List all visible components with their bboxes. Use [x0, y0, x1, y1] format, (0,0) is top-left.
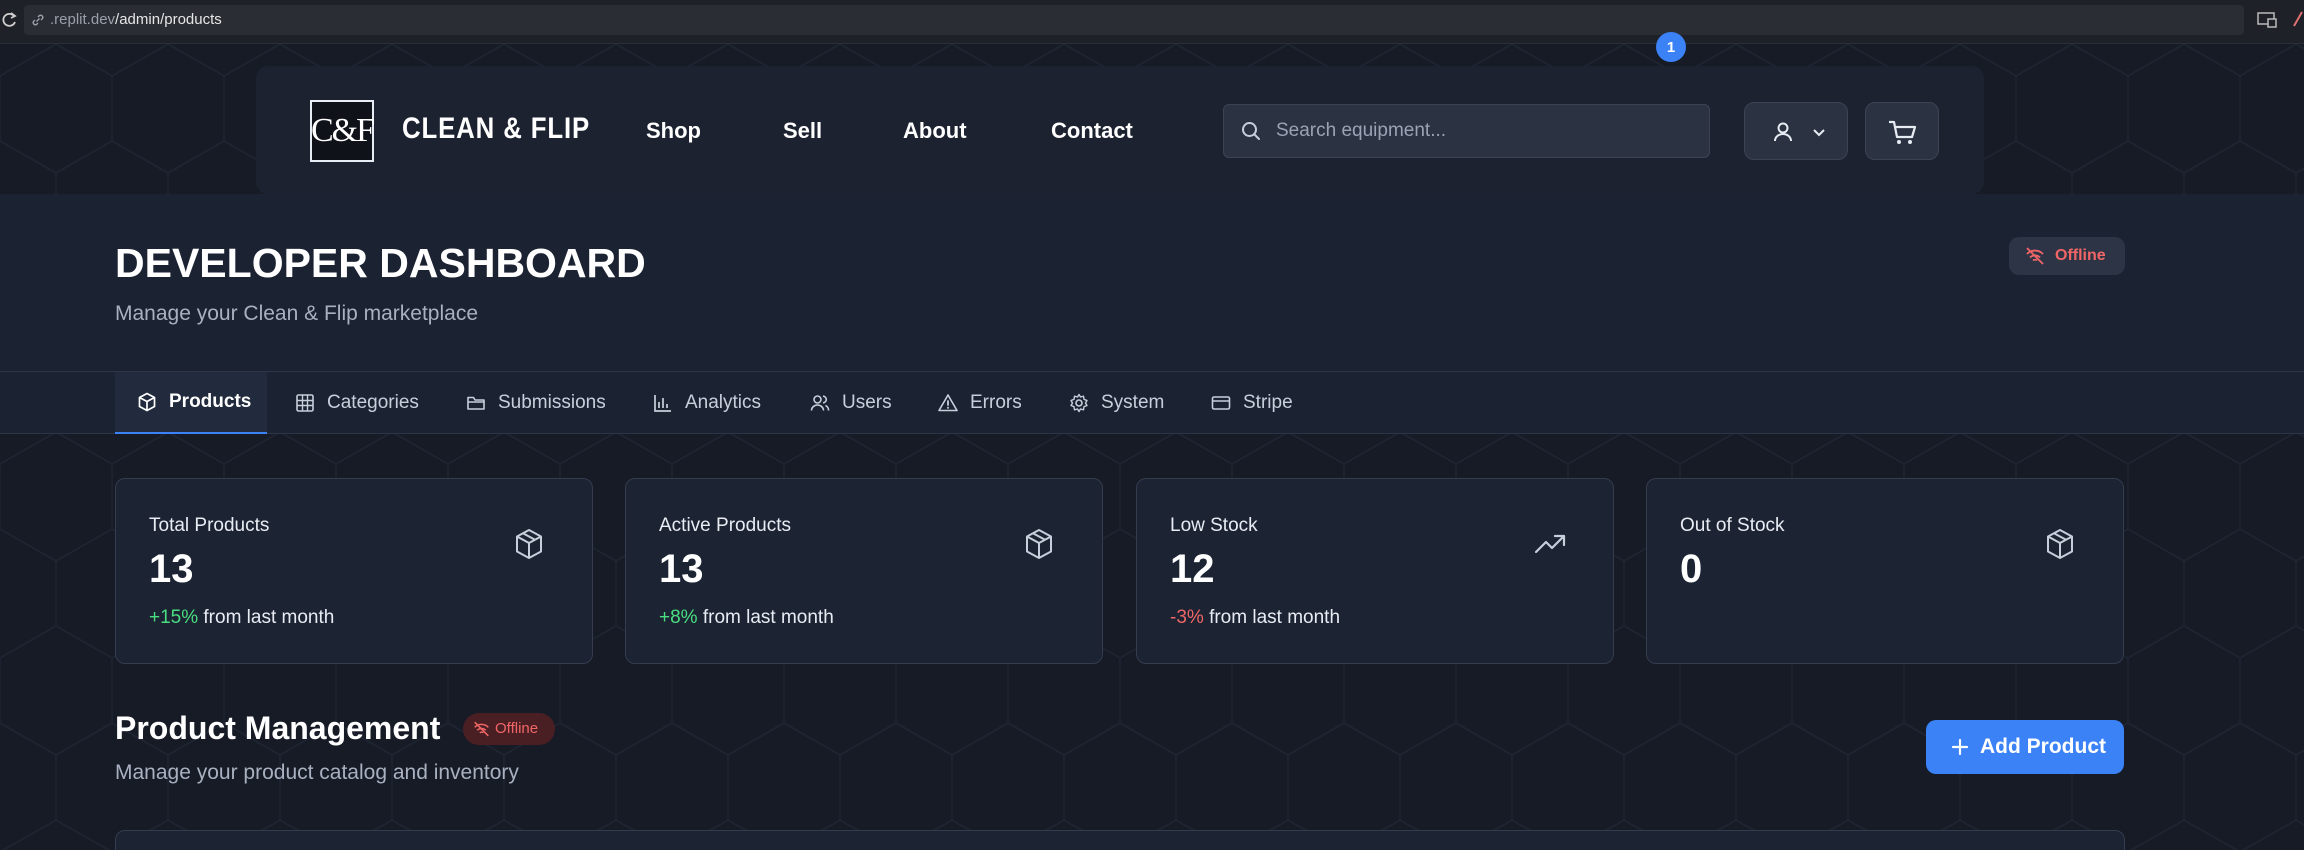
- stat-trend: +8% from last month: [659, 607, 834, 629]
- search-input[interactable]: [1276, 115, 1696, 147]
- nav-contact[interactable]: Contact: [1051, 118, 1133, 144]
- user-icon: [1774, 122, 1792, 142]
- stat-trend: +15% from last month: [149, 607, 334, 629]
- search-icon: [1242, 122, 1260, 140]
- tab-submissions[interactable]: Submissions: [466, 372, 606, 434]
- cart-count-badge: 1: [1656, 32, 1686, 62]
- tab-label: Errors: [970, 392, 1022, 413]
- stat-card-active-products: Active Products 13 +8% from last month: [625, 478, 1103, 664]
- tab-label: Submissions: [498, 392, 606, 413]
- stat-label: Active Products: [659, 515, 791, 536]
- pen-icon[interactable]: [2290, 8, 2304, 30]
- url-text: .replit.dev/admin/products: [50, 11, 222, 28]
- brand-name[interactable]: CLEAN & FLIP: [402, 112, 590, 146]
- section-subtitle: Manage your product catalog and inventor…: [115, 761, 519, 784]
- section-title: Product Management: [115, 710, 441, 746]
- stat-card-low-stock: Low Stock 12 -3% from last month: [1136, 478, 1614, 664]
- add-product-button[interactable]: Add Product: [1926, 720, 2124, 774]
- users-icon: [810, 395, 830, 411]
- url-field[interactable]: .replit.dev/admin/products: [24, 5, 2244, 35]
- tab-errors[interactable]: Errors: [938, 372, 1022, 434]
- gear-icon: [1070, 393, 1088, 413]
- stat-change-suffix: from last month: [1203, 607, 1341, 628]
- account-menu-button[interactable]: [1744, 102, 1848, 160]
- status-text: Offline: [495, 720, 539, 737]
- package-icon: [516, 529, 542, 559]
- browser-address-bar: .replit.dev/admin/products: [0, 0, 2304, 44]
- tab-label: System: [1101, 392, 1165, 413]
- logo[interactable]: C&F: [310, 100, 375, 162]
- stat-card-total-products: Total Products 13 +15% from last month: [115, 478, 593, 664]
- tab-bar: Products Categories Submissions Analytic…: [0, 372, 2304, 434]
- stat-change: +15%: [149, 607, 199, 628]
- link-icon: [32, 14, 44, 26]
- add-product-label: Add Product: [1980, 735, 2106, 758]
- package-icon: [138, 392, 156, 412]
- stat-trend: -3% from last month: [1170, 607, 1340, 629]
- tab-products[interactable]: Products: [115, 372, 267, 434]
- connection-status-badge: Offline: [2009, 237, 2125, 275]
- nav-shop[interactable]: Shop: [646, 118, 701, 144]
- stat-change: -3%: [1170, 607, 1204, 628]
- stat-change-suffix: from last month: [697, 607, 834, 628]
- bar-chart-icon: [654, 395, 671, 412]
- section-status-badge: Offline: [463, 713, 555, 745]
- cast-icon[interactable]: [2256, 10, 2278, 30]
- tab-analytics[interactable]: Analytics: [653, 372, 761, 434]
- tab-system[interactable]: System: [1069, 372, 1164, 434]
- wifi-off-icon: [474, 721, 489, 737]
- stat-label: Low Stock: [1170, 515, 1258, 536]
- folder-icon: [467, 396, 485, 410]
- tab-label: Categories: [327, 392, 419, 413]
- stat-value: 13: [659, 547, 704, 591]
- stat-value: 12: [1170, 547, 1215, 591]
- chevron-down-icon: [1813, 129, 1825, 137]
- stat-value: 13: [149, 547, 194, 591]
- tab-label: Stripe: [1243, 392, 1293, 413]
- tab-label: Users: [842, 392, 892, 413]
- search-box: [1223, 104, 1710, 158]
- tab-label: Analytics: [685, 392, 762, 413]
- warning-icon: [938, 394, 958, 412]
- stat-change-suffix: from last month: [198, 607, 335, 628]
- tab-categories[interactable]: Categories: [295, 372, 419, 434]
- stat-label: Out of Stock: [1680, 515, 1785, 536]
- nav-sell[interactable]: Sell: [783, 118, 822, 144]
- page-subtitle: Manage your Clean & Flip marketplace: [115, 302, 479, 325]
- grid-icon: [296, 394, 314, 412]
- cart-icon: [1889, 120, 1917, 144]
- product-table: [115, 830, 2125, 850]
- nav-about[interactable]: About: [903, 118, 967, 144]
- dashboard-header: DEVELOPER DASHBOARD Manage your Clean & …: [0, 194, 2304, 372]
- package-icon: [2047, 529, 2073, 559]
- reload-icon[interactable]: [0, 10, 20, 30]
- status-text: Offline: [2055, 247, 2106, 264]
- stat-card-out-of-stock: Out of Stock 0: [1646, 478, 2124, 664]
- stat-value: 0: [1680, 547, 1703, 591]
- url-path: /admin/products: [115, 11, 222, 28]
- page-title: DEVELOPER DASHBOARD: [115, 240, 646, 286]
- cart-button[interactable]: [1865, 102, 1939, 160]
- tab-stripe[interactable]: Stripe: [1211, 372, 1293, 434]
- wifi-off-icon: [2026, 247, 2044, 265]
- url-host: .replit.dev: [50, 11, 116, 28]
- package-icon: [1026, 529, 1052, 559]
- stat-label: Total Products: [149, 515, 270, 536]
- credit-card-icon: [1211, 396, 1231, 410]
- trending-up-icon: [1534, 534, 1566, 554]
- stat-change: +8%: [659, 607, 698, 628]
- plus-icon: [1951, 738, 1969, 756]
- tab-users[interactable]: Users: [810, 372, 892, 434]
- site-header: C&F CLEAN & FLIP Shop Sell About Contact: [256, 66, 1984, 194]
- logo-text: C&F: [310, 112, 375, 149]
- tab-label: Products: [169, 391, 252, 412]
